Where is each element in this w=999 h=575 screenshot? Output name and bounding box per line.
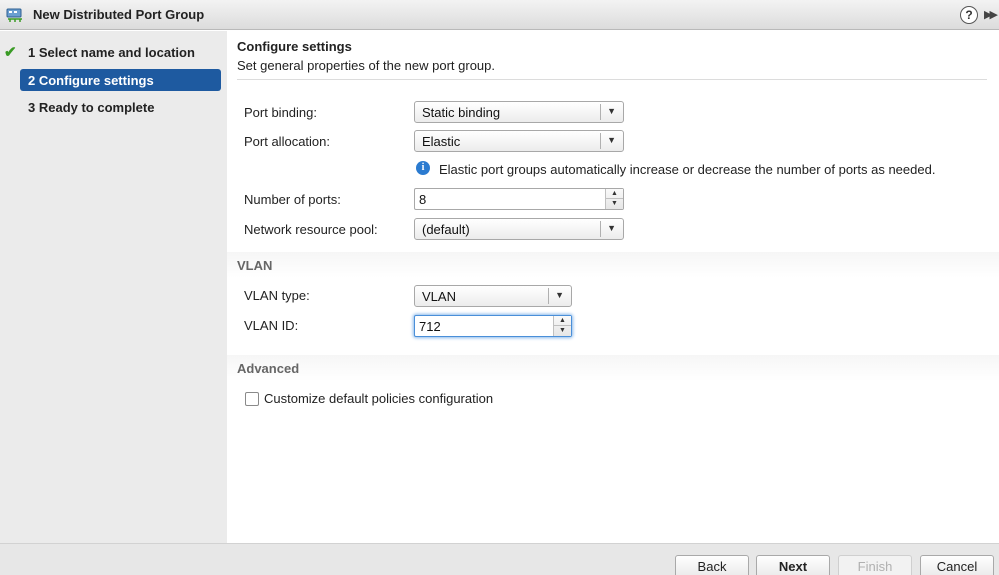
port-binding-value: Static binding [422,105,501,120]
resource-pool-value: (default) [422,222,470,237]
back-button[interactable]: Back [675,555,749,575]
finish-button[interactable]: Finish [838,555,912,575]
chevron-down-icon: ▼ [607,223,616,233]
info-icon: i [416,161,430,175]
port-allocation-value: Elastic [422,134,461,149]
step-label: 3 Ready to complete [28,100,155,115]
port-allocation-select[interactable]: Elastic ▼ [414,130,624,152]
next-button[interactable]: Next [756,555,830,575]
vlan-type-label: VLAN type: [244,288,310,303]
window-titlebar: New Distributed Port Group [0,0,999,30]
vlan-section-header: VLAN [227,252,999,278]
step-label: 2 Configure settings [28,73,154,88]
select-divider [600,133,601,149]
step-ready-to-complete[interactable]: 3 Ready to complete [0,96,227,118]
decrement-icon[interactable]: ▼ [606,199,623,209]
vlan-id-label: VLAN ID: [244,318,299,333]
expand-icon[interactable]: ▶▶ [984,8,998,21]
port-group-icon [5,6,25,24]
advanced-section-header: Advanced [227,355,999,381]
increment-icon[interactable]: ▲ [554,316,571,326]
decrement-icon[interactable]: ▼ [554,326,571,336]
help-icon[interactable]: ? [960,6,978,24]
select-divider [600,104,601,120]
advanced-section-title: Advanced [237,361,300,376]
customize-policies-label[interactable]: Customize default policies configuration [264,391,493,406]
customize-policies-checkbox[interactable] [245,392,259,406]
vlan-id-stepper[interactable]: 712 ▲ ▼ [414,315,572,337]
page-title: Configure settings [237,39,352,54]
header-divider [237,79,987,80]
configure-settings-panel: Configure settings Set general propertie… [227,31,999,543]
number-of-ports-label: Number of ports: [244,192,341,207]
select-divider [548,288,549,304]
vlan-id-value[interactable]: 712 [419,319,441,334]
select-divider [600,221,601,237]
page-subtitle: Set general properties of the new port g… [237,58,495,73]
increment-icon[interactable]: ▲ [606,189,623,199]
allocation-info-text: Elastic port groups automatically increa… [439,162,936,177]
port-allocation-label: Port allocation: [244,134,330,149]
port-binding-select[interactable]: Static binding ▼ [414,101,624,123]
resource-pool-label: Network resource pool: [244,222,378,237]
resource-pool-select[interactable]: (default) ▼ [414,218,624,240]
vlan-type-value: VLAN [422,289,456,304]
chevron-down-icon: ▼ [607,135,616,145]
port-binding-label: Port binding: [244,105,317,120]
vlan-type-select[interactable]: VLAN ▼ [414,285,572,307]
stepper-buttons: ▲ ▼ [605,189,623,209]
chevron-down-icon: ▼ [555,290,564,300]
step-select-name-location[interactable]: ✔ 1 Select name and location [0,41,227,63]
window-title: New Distributed Port Group [33,7,205,22]
step-configure-settings[interactable]: 2 Configure settings [20,69,221,91]
stepper-buttons: ▲ ▼ [553,316,571,336]
step-label: 1 Select name and location [28,45,195,60]
wizard-footer: Back Next Finish Cancel [0,543,999,575]
chevron-down-icon: ▼ [607,106,616,116]
number-of-ports-stepper[interactable]: 8 ▲ ▼ [414,188,624,210]
cancel-button[interactable]: Cancel [920,555,994,575]
wizard-steps-sidebar: ✔ 1 Select name and location 2 Configure… [0,31,227,543]
check-icon: ✔ [4,44,17,61]
number-of-ports-value[interactable]: 8 [419,192,426,207]
vlan-section-title: VLAN [237,258,273,273]
